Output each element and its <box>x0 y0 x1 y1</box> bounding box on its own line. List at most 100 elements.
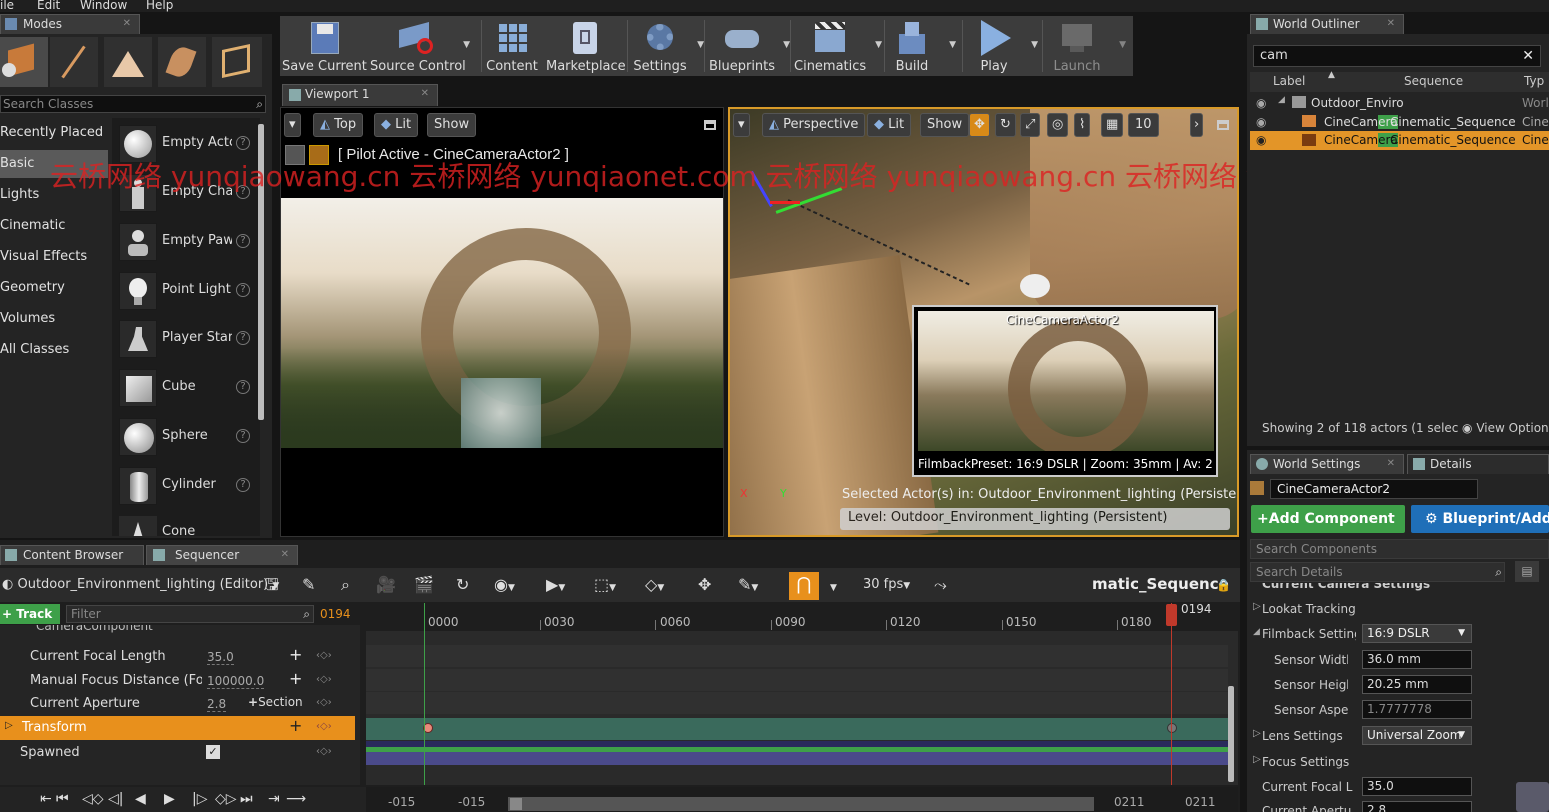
help-icon[interactable]: ? <box>236 478 250 492</box>
curve-editor-button[interactable]: ⤳ <box>934 573 947 597</box>
keyframe-marker[interactable] <box>1167 723 1177 733</box>
add-key-icon[interactable]: + <box>289 645 302 664</box>
sensor-height-input[interactable]: 20.25 mm <box>1362 675 1472 694</box>
help-icon[interactable]: ? <box>236 234 250 248</box>
spawned-checkbox[interactable]: ✓ <box>206 745 220 759</box>
current-camera-section-header[interactable]: Current Camera Settings <box>1250 583 1549 593</box>
key-navigation-icon[interactable]: ‹◇› <box>316 697 332 708</box>
track-lane[interactable] <box>366 669 1228 691</box>
step-back-frame-icon[interactable]: ◁| <box>108 791 123 807</box>
content-button[interactable]: Content <box>484 16 540 76</box>
expand-arrow-icon[interactable]: ▷ <box>1253 754 1261 765</box>
track-row-aperture[interactable]: Current Aperture 2.8 +Section ‹◇› <box>0 692 360 715</box>
close-icon[interactable]: ✕ <box>1387 455 1395 473</box>
chevron-down-icon[interactable]: ▼ <box>697 40 704 50</box>
current-frame-display[interactable]: 0194 <box>320 607 351 621</box>
track-value[interactable]: 2.8 <box>207 697 227 712</box>
transform-section-lane[interactable] <box>366 718 1228 740</box>
detail-row-lens-settings[interactable]: ▷ Lens Settings Universal Zoom ▼ <box>1250 724 1549 749</box>
view-mode-button[interactable]: ◭ Top <box>313 113 364 137</box>
track-filter-input[interactable]: Filter ⌕ <box>66 605 314 623</box>
track-row-manual-focus[interactable]: Manual Focus Distance (Focu 100000.0 + ‹… <box>0 669 360 692</box>
show-button[interactable]: Show <box>920 113 970 137</box>
category-geometry[interactable]: Geometry <box>0 274 108 302</box>
view-range-slider[interactable] <box>508 797 1094 811</box>
class-item-empty-pawn[interactable]: Empty Paw? <box>116 219 256 265</box>
track-row-camera-component[interactable]: CameraComponent <box>10 625 350 635</box>
help-icon[interactable]: ? <box>236 380 250 394</box>
edit-options-button[interactable]: ✎▼ <box>738 573 758 597</box>
search-classes-input[interactable]: Search Classes ⌕ <box>0 95 266 113</box>
collapse-arrow-icon[interactable]: ◢ <box>1253 627 1260 637</box>
restore-state-button[interactable]: ↻ <box>456 573 469 597</box>
property-matrix-icon[interactable]: ▤ <box>1515 561 1539 582</box>
outliner-row[interactable]: ◉ ◢ Outdoor_Enviro Worl <box>1250 94 1549 112</box>
detail-row-current-aperture[interactable]: Current Apertu 2.8 <box>1250 799 1549 812</box>
outliner-search-input[interactable]: cam ✕ <box>1253 45 1541 67</box>
maximize-icon[interactable] <box>704 120 716 130</box>
key-navigation-icon[interactable]: ‹◇› <box>316 721 332 732</box>
clear-search-icon[interactable]: ✕ <box>1522 46 1534 66</box>
step-forward-frame-icon[interactable]: |▷ <box>192 791 207 807</box>
eye-icon[interactable]: ◉ <box>1256 96 1266 110</box>
jump-to-end-icon[interactable]: ⏭ <box>240 791 253 807</box>
detail-row-filmback-settings[interactable]: ◢ Filmback Setting 16:9 DSLR ▼ <box>1250 622 1549 647</box>
key-navigation-icon[interactable]: ‹◇› <box>316 674 332 685</box>
range-start-input[interactable]: -015 <box>388 795 415 809</box>
current-focal-length-input[interactable]: 35.0 <box>1362 777 1472 796</box>
sensor-width-input[interactable]: 36.0 mm <box>1362 650 1472 669</box>
launch-button[interactable]: Launch ▼ <box>1046 16 1126 76</box>
help-icon[interactable]: ? <box>236 136 250 150</box>
add-key-icon[interactable]: + <box>289 669 302 688</box>
sensor-aspect-input[interactable]: 1.7777778 <box>1362 700 1472 719</box>
help-icon[interactable]: ? <box>236 331 250 345</box>
auto-key-button[interactable]: ✥ <box>698 573 711 597</box>
track-value[interactable]: 35.0 <box>207 650 234 665</box>
add-track-button[interactable]: + Track ▼ <box>0 604 60 640</box>
show-button[interactable]: Show <box>427 113 477 137</box>
settings-button[interactable]: Settings ▼ <box>630 16 704 76</box>
foliage-mode-icon[interactable] <box>158 37 206 87</box>
next-key-icon[interactable]: ◇▷ <box>215 791 237 807</box>
close-icon[interactable]: ✕ <box>421 85 429 103</box>
tab-modes[interactable]: Modes ✕ <box>0 14 140 34</box>
track-row-focal-length[interactable]: Current Focal Length 35.0 + ‹◇› <box>0 645 360 668</box>
play-icon[interactable]: ▶ <box>164 791 175 807</box>
close-icon[interactable]: ✕ <box>123 15 131 33</box>
place-mode-icon[interactable] <box>0 37 48 87</box>
lit-button[interactable]: ◆ Lit <box>867 113 912 137</box>
tab-viewport-1[interactable]: Viewport 1 ✕ <box>282 84 438 106</box>
chevron-down-icon[interactable]: ▼ <box>949 40 956 50</box>
tab-sequencer[interactable]: Sequencer ✕ <box>146 545 298 565</box>
play-button[interactable]: Play ▼ <box>966 16 1038 76</box>
landscape-mode-icon[interactable] <box>104 37 152 87</box>
arrow-right-icon[interactable]: ⟶ <box>286 791 306 807</box>
save-sequence-button[interactable]: 🖫 <box>265 573 279 597</box>
step-back-key-icon[interactable]: ⏮ <box>56 791 69 807</box>
detail-row-sensor-width[interactable]: Sensor Width 36.0 mm <box>1250 648 1549 673</box>
actor-name-input[interactable]: CineCameraActor2 <box>1270 479 1478 499</box>
tab-details[interactable]: Details <box>1407 454 1549 474</box>
source-control-button[interactable]: Source Control ▼ <box>370 16 470 76</box>
timeline-scrollbar[interactable] <box>1228 686 1234 782</box>
add-key-icon[interactable]: + <box>289 716 302 735</box>
surface-snap-button[interactable]: ⌇ <box>1074 113 1091 137</box>
cinematics-button[interactable]: Cinematics ▼ <box>794 16 882 76</box>
class-item-player-start[interactable]: Player Star? <box>116 316 256 362</box>
range-end-input[interactable]: 0211 <box>1185 795 1216 809</box>
scale-tool-button[interactable]: ⤢ <box>1020 113 1041 137</box>
category-cinematic[interactable]: Cinematic <box>0 212 108 240</box>
track-lane[interactable] <box>366 692 1228 714</box>
class-item-cube[interactable]: Cube? <box>116 365 256 411</box>
fps-selector[interactable]: 30 fps▼ <box>863 577 910 592</box>
help-icon[interactable]: ? <box>236 283 250 297</box>
selection-options-button[interactable]: ⬚▼ <box>594 573 616 597</box>
snap-toggle-button[interactable]: ⋂ <box>789 572 819 600</box>
playback-options-button[interactable]: ▶▼ <box>546 573 565 597</box>
tab-world-settings[interactable]: World Settings ✕ <box>1250 454 1404 474</box>
chevron-down-icon[interactable]: ▼ <box>875 40 882 50</box>
close-icon[interactable]: ✕ <box>281 546 289 564</box>
class-item-point-light[interactable]: Point Light? <box>116 268 256 314</box>
world-space-button[interactable]: ◎ <box>1047 113 1069 137</box>
help-icon[interactable]: ? <box>236 429 250 443</box>
